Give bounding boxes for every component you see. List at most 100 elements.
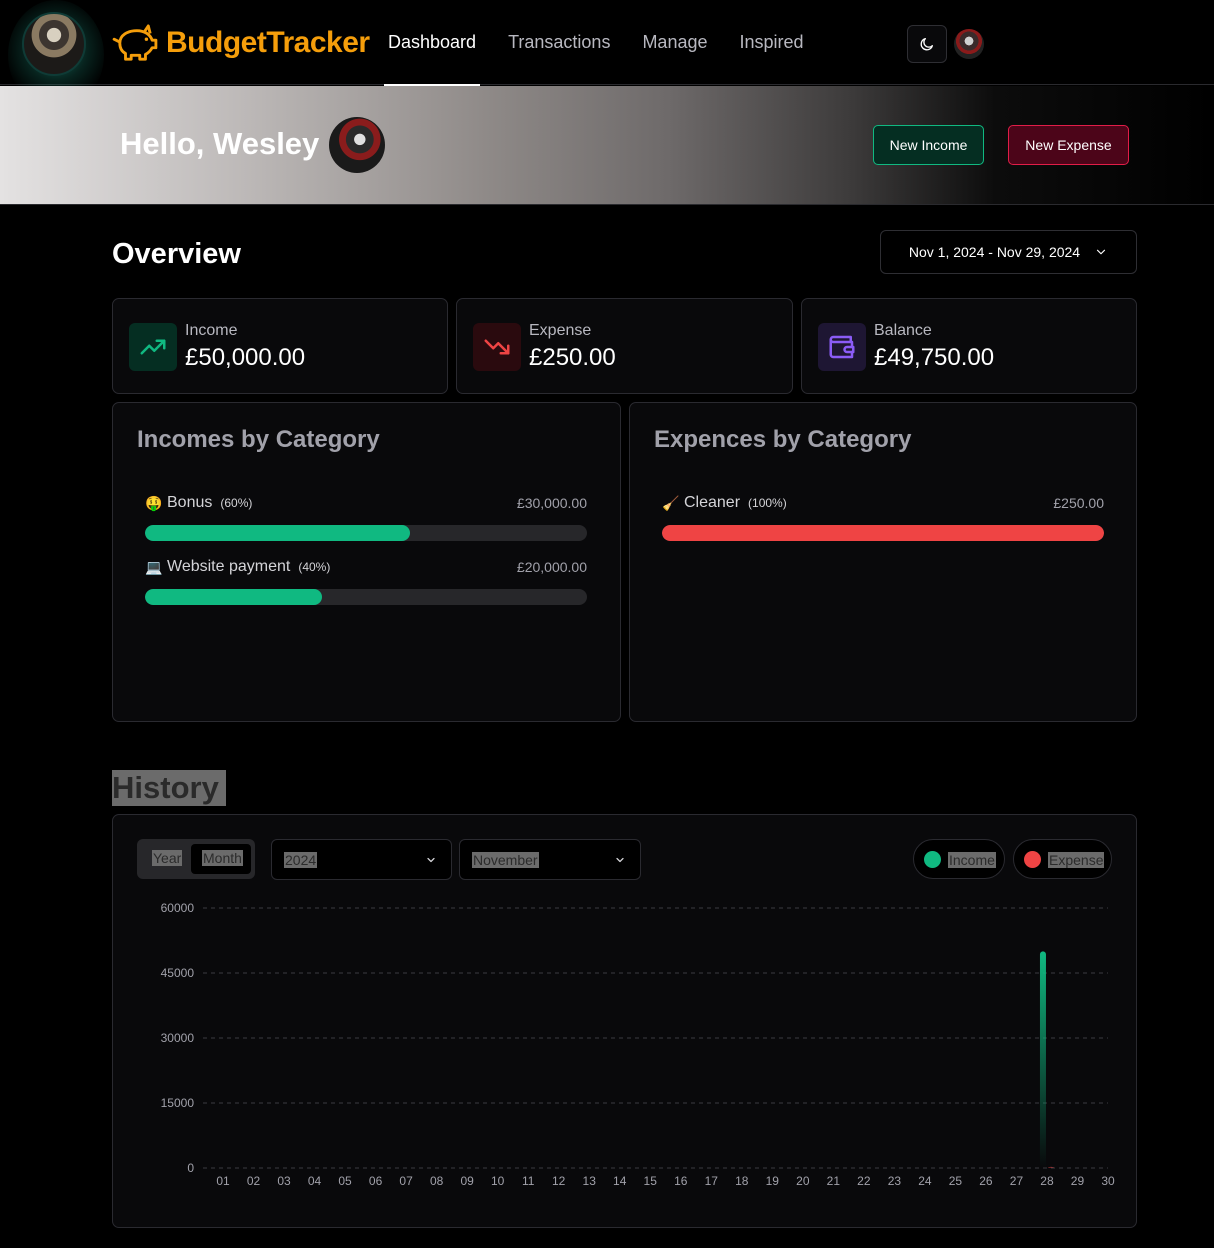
history-card: Year Month 2024 November Income Expense … [112,814,1137,1228]
nav-links: Dashboard Transactions Manage Inspired [372,0,820,86]
date-range-picker[interactable]: Nov 1, 2024 - Nov 29, 2024 [880,230,1137,274]
broom-icon: 🧹 [662,494,680,511]
x-tick-label: 15 [644,1174,658,1188]
user-avatar [329,117,385,173]
nav-link-transactions[interactable]: Transactions [492,0,626,85]
x-tick-label: 05 [338,1174,352,1188]
tab-month[interactable]: Month [202,850,243,866]
income-value: £50,000.00 [185,344,306,371]
expense-label: Expense [529,322,592,339]
avatar[interactable] [22,12,86,76]
x-tick-label: 21 [827,1174,841,1188]
x-tick-label: 13 [583,1174,597,1188]
x-tick-label: 17 [705,1174,719,1188]
navbar: BudgetTracker Dashboard Transactions Man… [0,0,1214,110]
user-menu-avatar[interactable] [954,29,984,59]
month-select-value: November [472,852,539,868]
logo[interactable]: BudgetTracker [112,24,370,62]
x-tick-label: 07 [399,1174,413,1188]
nav-link-dashboard[interactable]: Dashboard [372,0,492,86]
category-progress-bar [145,589,587,605]
category-percent: (60%) [220,496,253,510]
x-tick-label: 18 [735,1174,749,1188]
category-progress-fill [145,525,411,541]
x-tick-label: 20 [796,1174,810,1188]
chevron-down-icon [616,857,624,863]
category-progress-fill [662,525,1104,541]
piggy-bank-icon [112,24,158,61]
trending-up-icon [129,323,177,371]
incomes-by-category-card: Incomes by Category 🤑 Bonus (60%) £30,00… [112,402,621,722]
x-tick-label: 16 [674,1174,688,1188]
expense-stat-card: Expense £250.00 [456,298,793,394]
money-face-icon: 🤑 [145,494,163,511]
moon-icon [920,38,933,51]
year-select[interactable]: 2024 [271,839,452,880]
category-name: Website payment [167,558,291,575]
trending-down-icon [473,323,521,371]
legend-expense-label: Expense [1048,852,1105,868]
balance-stat-card: Balance £49,750.00 [801,298,1137,394]
theme-toggle-button[interactable] [907,25,947,63]
x-tick-label: 12 [552,1174,566,1188]
x-tick-label: 19 [766,1174,780,1188]
wallet-icon [818,323,866,371]
legend-income[interactable]: Income [913,839,1005,879]
logo-text: BudgetTracker [166,26,370,59]
x-tick-label: 24 [918,1174,932,1188]
income-dot-icon [924,851,941,868]
category-percent: (40%) [298,560,331,574]
welcome-banner: Hello, Wesley New Income New Expense [0,86,1214,205]
y-tick-label: 45000 [161,966,195,980]
category-progress-bar [145,525,587,541]
tab-year[interactable]: Year [152,850,183,866]
nav-link-inspired[interactable]: Inspired [724,0,820,85]
nav-link-manage[interactable]: Manage [626,0,723,85]
expenses-by-category-title: Expences by Category [654,426,912,453]
y-tick-label: 60000 [161,901,195,915]
month-select[interactable]: November [459,839,641,880]
x-tick-label: 10 [491,1174,505,1188]
category-percent: (100%) [748,496,787,510]
x-tick-label: 26 [979,1174,993,1188]
x-tick-label: 14 [613,1174,627,1188]
laptop-icon: 💻 [145,558,163,575]
x-tick-label: 03 [277,1174,291,1188]
x-tick-label: 04 [308,1174,322,1188]
category-row: 🧹 Cleaner (100%) £250.00 [662,493,1104,541]
x-tick-label: 22 [857,1174,871,1188]
x-tick-label: 06 [369,1174,383,1188]
legend-expense[interactable]: Expense [1013,839,1112,879]
new-expense-button[interactable]: New Expense [1008,125,1129,165]
expense-bar [1047,1166,1054,1168]
chevron-down-icon [427,857,435,863]
expense-dot-icon [1024,851,1041,868]
x-tick-label: 23 [888,1174,902,1188]
category-row: 💻 Website payment (40%) £20,000.00 [145,557,587,605]
category-amount: £30,000.00 [516,495,587,511]
x-tick-label: 09 [460,1174,474,1188]
income-bar [1039,951,1046,1168]
x-tick-label: 02 [247,1174,261,1188]
income-stat-card: Income £50,000.00 [112,298,448,394]
history-title: History [112,770,226,806]
category-row: 🤑 Bonus (60%) £30,000.00 [145,493,587,541]
balance-value: £49,750.00 [874,344,995,371]
expenses-by-category-card: Expences by Category 🧹 Cleaner (100%) £2… [629,402,1137,722]
category-amount: £20,000.00 [516,559,587,575]
x-tick-label: 25 [949,1174,963,1188]
x-tick-label: 11 [522,1174,535,1188]
category-progress-bar [662,525,1104,541]
history-chart: 0 15000 30000 45000 60000 01 02 03 04 05 06 07 08 09 1… [161,901,1115,1188]
year-select-value: 2024 [284,852,318,868]
chevron-down-icon [1097,249,1106,255]
date-range-text: Nov 1, 2024 - Nov 29, 2024 [908,244,1081,260]
expense-value: £250.00 [529,344,616,371]
balance-label: Balance [874,322,932,339]
income-label: Income [185,322,238,339]
x-tick-label: 01 [216,1174,230,1188]
category-progress-fill [145,589,322,605]
new-income-button[interactable]: New Income [873,125,984,165]
overview-title: Overview [112,238,241,270]
category-name: Bonus [167,494,213,511]
